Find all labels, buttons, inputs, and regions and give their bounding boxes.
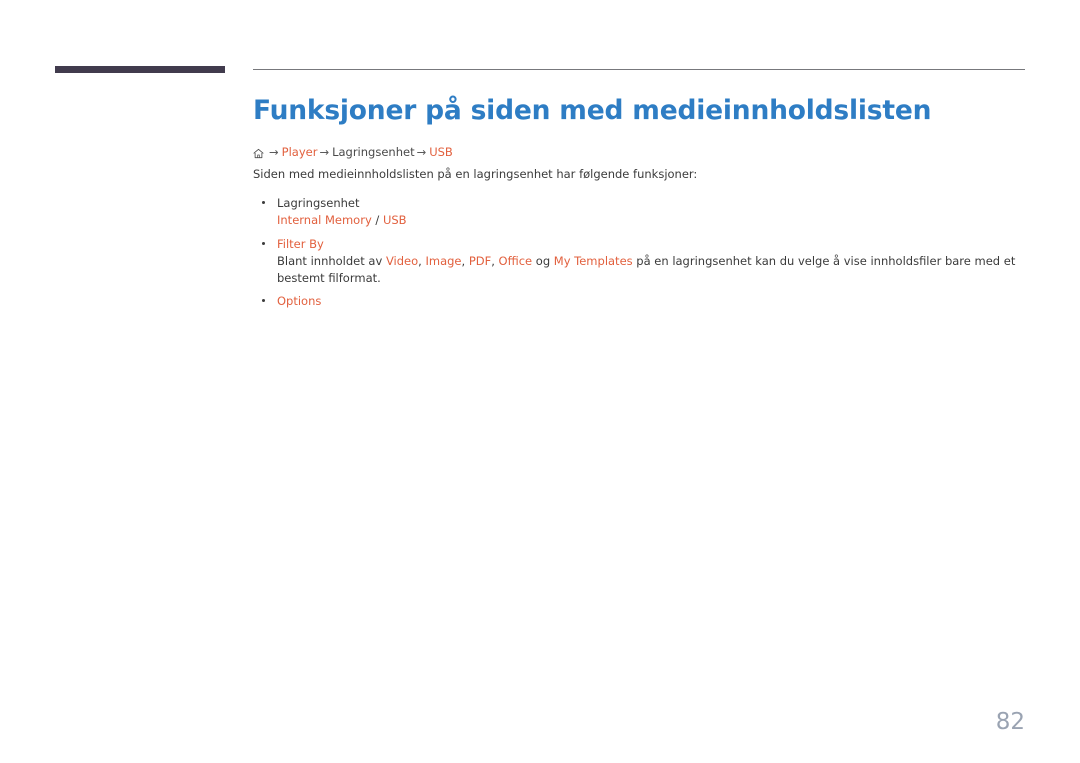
token-og: og bbox=[532, 254, 554, 268]
token-my-templates[interactable]: My Templates bbox=[554, 254, 633, 268]
page-title: Funksjoner på siden med medieinnholdslis… bbox=[253, 95, 932, 126]
bullet-sub-lagringsenhet: Internal Memory / USB bbox=[277, 212, 1028, 229]
token-slash: / bbox=[371, 213, 383, 227]
list-item: Lagringsenhet Internal Memory / USB bbox=[253, 195, 1028, 229]
page-content: Funksjoner på siden med medieinnholdslis… bbox=[253, 94, 1028, 310]
bullet-title-filter-by[interactable]: Filter By bbox=[277, 236, 1028, 253]
page-number: 82 bbox=[995, 709, 1025, 735]
home-icon bbox=[253, 148, 264, 159]
list-item: Options bbox=[253, 293, 1028, 310]
header-accent-bar bbox=[55, 66, 225, 73]
token-blant-innholdet-av: Blant innholdet av bbox=[277, 254, 386, 268]
breadcrumb-separator-3: → bbox=[416, 145, 427, 159]
token-comma-2: , bbox=[461, 254, 469, 268]
breadcrumb-item-usb[interactable]: USB bbox=[429, 144, 453, 160]
bullet-sub-filter-by: Blant innholdet av Video, Image, PDF, Of… bbox=[277, 253, 1028, 286]
breadcrumb-item-player[interactable]: Player bbox=[282, 144, 318, 160]
bullet-marker-icon bbox=[262, 241, 266, 245]
token-comma-3: , bbox=[491, 254, 499, 268]
token-internal-memory[interactable]: Internal Memory bbox=[277, 213, 372, 227]
token-office[interactable]: Office bbox=[499, 254, 533, 268]
breadcrumb-separator-1: → bbox=[269, 145, 279, 159]
breadcrumb-separator-2: → bbox=[319, 145, 330, 159]
token-video[interactable]: Video bbox=[386, 254, 418, 268]
token-usb[interactable]: USB bbox=[383, 213, 407, 227]
bullet-marker-icon bbox=[262, 299, 266, 303]
document-page: Funksjoner på siden med medieinnholdslis… bbox=[0, 0, 1080, 763]
token-pdf[interactable]: PDF bbox=[469, 254, 491, 268]
token-image[interactable]: Image bbox=[425, 254, 461, 268]
breadcrumb: → Player → Lagringsenhet → USB bbox=[253, 144, 1028, 160]
bullet-title-lagringsenhet: Lagringsenhet bbox=[277, 195, 360, 210]
feature-bullet-list: Lagringsenhet Internal Memory / USB Filt… bbox=[253, 195, 1028, 310]
list-item: Filter By Blant innholdet av Video, Imag… bbox=[253, 236, 1028, 287]
bullet-marker-icon bbox=[262, 200, 266, 204]
intro-paragraph: Siden med medieinnholdslisten på en lagr… bbox=[253, 167, 698, 181]
breadcrumb-item-lagringsenhet[interactable]: Lagringsenhet bbox=[332, 144, 415, 160]
header-divider-rule bbox=[253, 69, 1025, 70]
bullet-title-options[interactable]: Options bbox=[277, 293, 1028, 310]
